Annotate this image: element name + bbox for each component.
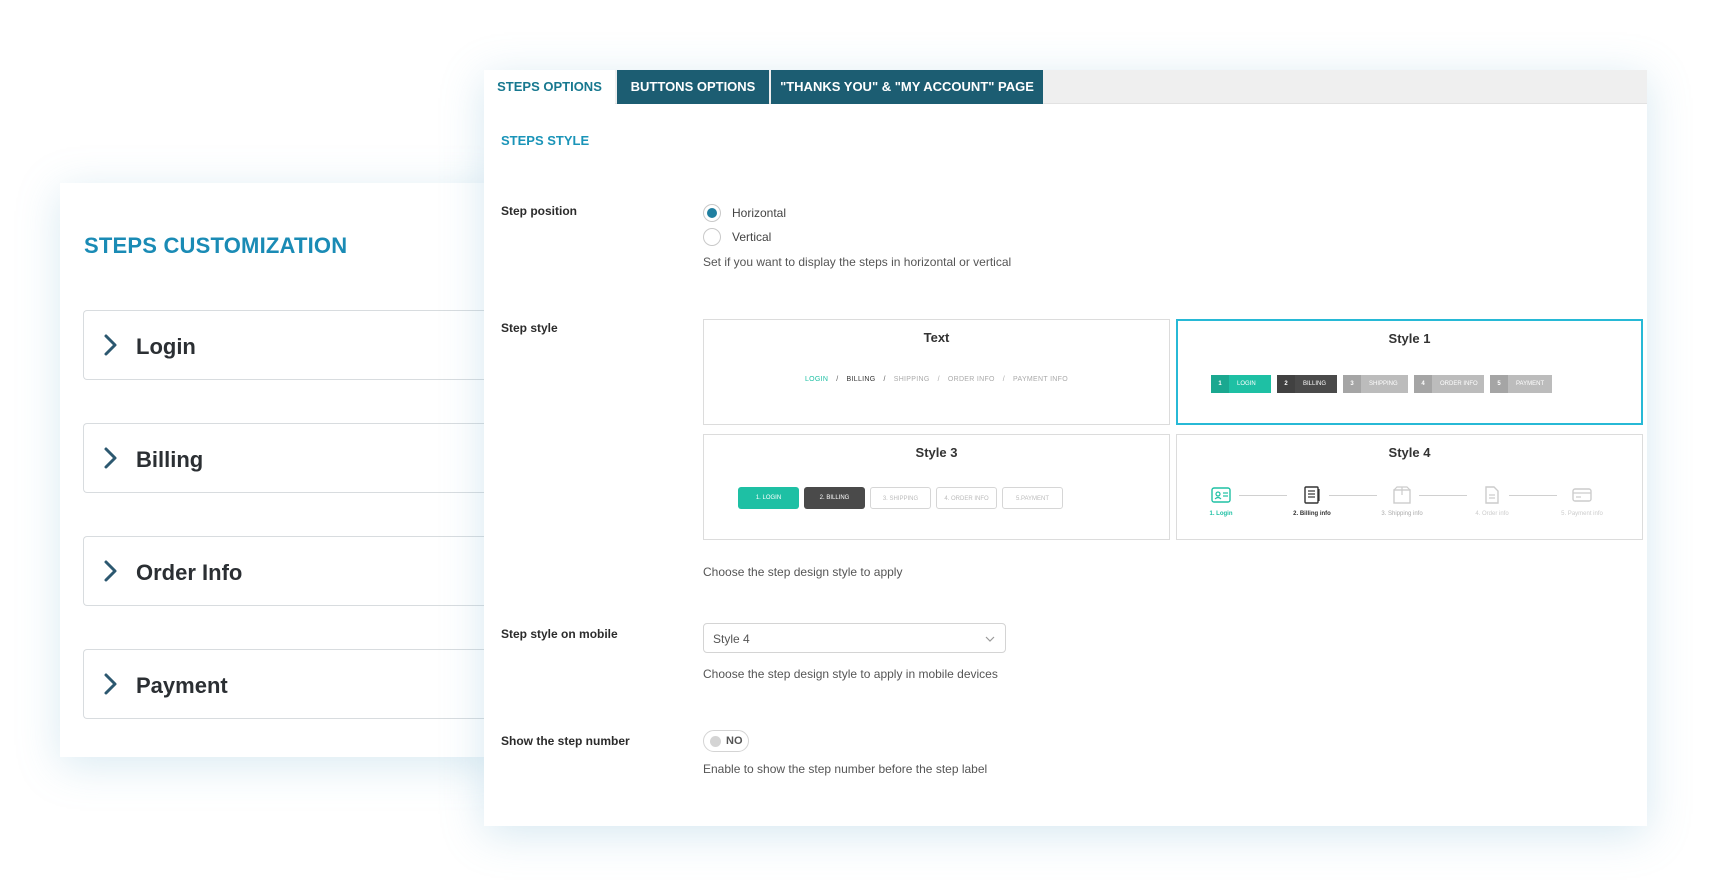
section-title: STEPS STYLE: [501, 133, 590, 148]
preview-step: BILLING: [846, 376, 876, 383]
preview-step: SHIPPING: [893, 376, 930, 383]
preview-step: 5.PAYMENT: [1002, 487, 1063, 509]
style-option-title: Style 3: [915, 445, 958, 460]
show-number-toggle[interactable]: NO: [703, 730, 749, 752]
preview-step-label: 5. Payment info: [1561, 511, 1603, 517]
accordion-label: Login: [136, 334, 196, 359]
chevron-right-icon: [104, 447, 117, 469]
text-style-preview: LOGIN / BILLING / SHIPPING / ORDER INFO / PAYMEN…: [704, 376, 1169, 383]
file-icon: [1485, 486, 1499, 504]
preview-step: 4 ORDER INFO: [1414, 375, 1484, 393]
preview-step: 2 BILLING: [1277, 375, 1337, 393]
preview-step: 2. BILLING: [804, 487, 865, 509]
step-position-label: Step position: [501, 204, 577, 218]
style-option-title: Style 1: [1388, 331, 1431, 346]
accordion-item-login[interactable]: Login: [83, 310, 523, 380]
accordion-label: Order Info: [136, 560, 243, 585]
style-option-style4[interactable]: Style 4 1. Login 2. Billing info 3. Ship…: [1176, 434, 1643, 540]
settings-panel: STEPS OPTIONS BUTTONS OPTIONS "THANKS YO…: [484, 70, 1647, 826]
preview-step: ORDER INFO: [947, 376, 995, 383]
mobile-style-select[interactable]: Style 4: [703, 623, 1006, 653]
credit-card-icon: [1572, 488, 1592, 502]
accordion-item-order-info[interactable]: Order Info: [83, 536, 523, 606]
preview-step-label: 1. Login: [1209, 511, 1233, 517]
steps-customization-card: STEPS CUSTOMIZATION Login Billing Order …: [60, 183, 523, 757]
preview-separator: /: [1002, 376, 1006, 383]
preview-separator: /: [883, 376, 886, 383]
step-position-help: Set if you want to display the steps in …: [703, 255, 1012, 269]
preview-step: 3. SHIPPING: [870, 487, 931, 509]
toggle-knob: [710, 736, 721, 747]
step-style-label: Step style: [501, 321, 558, 335]
chevron-right-icon: [104, 560, 117, 582]
radio-horizontal-label: Horizontal: [732, 206, 787, 220]
accordion-item-billing[interactable]: Billing: [83, 423, 523, 493]
preview-step: 5 PAYMENT: [1490, 375, 1552, 393]
style-option-style3[interactable]: Style 3 1. LOGIN 2. BILLING 3. SHIPPING …: [703, 434, 1170, 540]
preview-step: 3 SHIPPING: [1343, 375, 1408, 393]
tab-buttons-options[interactable]: BUTTONS OPTIONS: [617, 70, 769, 104]
tab-bar: STEPS OPTIONS BUTTONS OPTIONS "THANKS YO…: [484, 70, 1647, 104]
accordion-label: Billing: [136, 447, 204, 472]
chevron-down-icon: [985, 636, 995, 642]
step-connector: [1329, 495, 1377, 496]
document-icon: [1304, 486, 1320, 504]
show-number-help: Enable to show the step number before th…: [703, 762, 988, 776]
style-option-title: Style 4: [1388, 445, 1431, 460]
id-card-icon: [1211, 487, 1231, 503]
mobile-style-help: Choose the step design style to apply in…: [703, 667, 998, 681]
chevron-right-icon: [104, 334, 117, 356]
select-value: Style 4: [713, 632, 750, 646]
tab-thank-you-page[interactable]: "THANKS YOU" & "MY ACCOUNT" PAGE: [771, 70, 1043, 104]
preview-step-label: 4. Order info: [1475, 511, 1509, 517]
radio-vertical[interactable]: [703, 228, 721, 246]
preview-step-label: 3. Shipping info: [1381, 511, 1423, 517]
mobile-style-label: Step style on mobile: [501, 627, 618, 641]
preview-step: 1. LOGIN: [738, 487, 799, 509]
step-connector: [1419, 495, 1467, 496]
preview-step: 4. ORDER INFO: [936, 487, 997, 509]
accordion-label: Payment: [136, 673, 228, 698]
radio-horizontal[interactable]: [703, 204, 721, 222]
preview-step: 1 LOGIN: [1211, 375, 1271, 393]
style-option-title: Text: [923, 330, 950, 345]
preview-step-label: 2. Billing info: [1293, 511, 1331, 517]
style-option-style1[interactable]: Style 1 1 LOGIN 2 BILLING 3 SHIPPING 4 ORDER…: [1176, 319, 1643, 425]
radio-vertical-label: Vertical: [732, 230, 772, 244]
tab-steps-options[interactable]: STEPS OPTIONS: [484, 70, 615, 104]
steps-customization-title: STEPS CUSTOMIZATION: [84, 233, 348, 258]
step-style-help: Choose the step design style to apply: [703, 565, 903, 579]
preview-separator: /: [836, 376, 839, 383]
accordion-item-payment[interactable]: Payment: [83, 649, 523, 719]
chevron-right-icon: [104, 673, 117, 695]
preview-separator: /: [937, 376, 940, 383]
package-icon: [1393, 486, 1411, 504]
preview-step: LOGIN: [804, 376, 829, 383]
preview-step: PAYMENT INFO: [1013, 376, 1068, 383]
step-connector: [1239, 495, 1287, 496]
step-connector: [1509, 495, 1557, 496]
show-number-label: Show the step number: [501, 734, 630, 748]
toggle-state: NO: [726, 735, 743, 747]
style-option-text[interactable]: Text LOGIN / BILLING / SHIPPING / ORDER INFO / P…: [703, 319, 1170, 425]
